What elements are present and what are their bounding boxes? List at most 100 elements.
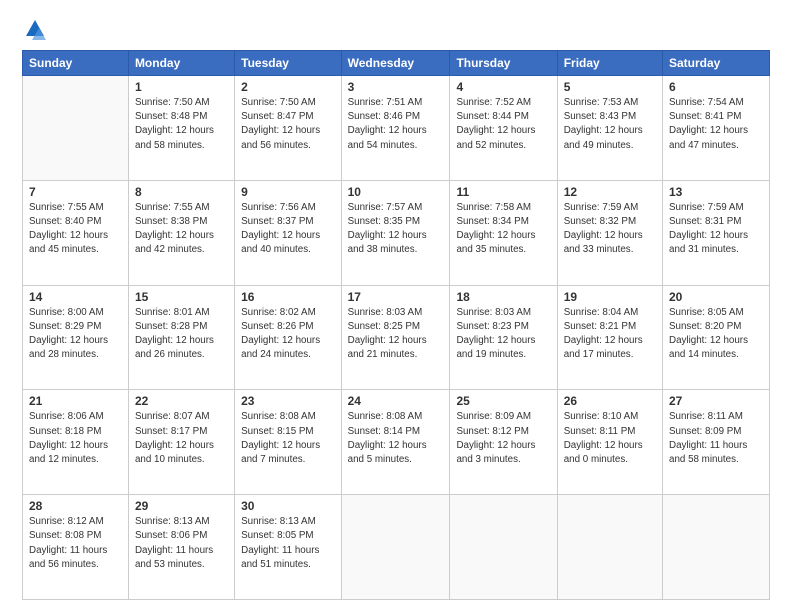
day-number: 14 [29,290,122,304]
week-row-4: 21Sunrise: 8:06 AM Sunset: 8:18 PM Dayli… [23,390,770,495]
day-cell: 4Sunrise: 7:52 AM Sunset: 8:44 PM Daylig… [450,76,557,181]
day-info: Sunrise: 7:55 AM Sunset: 8:40 PM Dayligh… [29,201,122,258]
day-number: 11 [456,185,550,199]
day-cell [557,495,662,600]
day-info: Sunrise: 8:11 AM Sunset: 8:09 PM Dayligh… [669,410,763,467]
header-cell-friday: Friday [557,51,662,76]
day-cell: 28 Sunrise: 8:12 AM Sunset: 8:08 PM Dayli… [23,495,129,600]
day-info: Sunrise: 8:00 AM Sunset: 8:29 PM Dayligh… [29,306,122,363]
day-number: 16 [241,290,335,304]
day-cell: 12Sunrise: 7:59 AM Sunset: 8:32 PM Dayli… [557,180,662,285]
day-cell: 8Sunrise: 7:55 AM Sunset: 8:38 PM Daylig… [128,180,234,285]
header [22,18,770,40]
week-row-1: 1 Sunrise: 7:50 AM Sunset: 8:48 PM Daylig… [23,76,770,181]
day-cell: 20 Sunrise: 8:05 AM Sunset: 8:20 PM Dayli… [663,285,770,390]
day-info: Sunrise: 8:05 AM Sunset: 8:20 PM Dayligh… [669,306,763,363]
day-number: 23 [241,394,335,408]
day-cell: 29 Sunrise: 8:13 AM Sunset: 8:06 PM Dayli… [128,495,234,600]
day-number: 6 [669,80,763,94]
day-number: 7 [29,185,122,199]
day-cell: 9Sunrise: 7:56 AM Sunset: 8:37 PM Daylig… [235,180,342,285]
day-cell: 25 Sunrise: 8:09 AM Sunset: 8:12 PM Dayli… [450,390,557,495]
day-info: Sunrise: 8:10 AM Sunset: 8:11 PM Dayligh… [564,410,656,467]
day-number: 29 [135,499,228,513]
day-cell: 10Sunrise: 7:57 AM Sunset: 8:35 PM Dayli… [341,180,450,285]
week-row-3: 14 Sunrise: 8:00 AM Sunset: 8:29 PM Dayli… [23,285,770,390]
day-info: Sunrise: 7:52 AM Sunset: 8:44 PM Dayligh… [456,96,550,153]
day-cell: 6 Sunrise: 7:54 AM Sunset: 8:41 PM Daylig… [663,76,770,181]
day-number: 25 [456,394,550,408]
day-info: Sunrise: 8:08 AM Sunset: 8:15 PM Dayligh… [241,410,335,467]
day-cell: 1 Sunrise: 7:50 AM Sunset: 8:48 PM Daylig… [128,76,234,181]
day-info: Sunrise: 7:55 AM Sunset: 8:38 PM Dayligh… [135,201,228,258]
day-info: Sunrise: 8:03 AM Sunset: 8:25 PM Dayligh… [348,306,444,363]
day-number: 21 [29,394,122,408]
day-info: Sunrise: 7:58 AM Sunset: 8:34 PM Dayligh… [456,201,550,258]
day-cell: 11 Sunrise: 7:58 AM Sunset: 8:34 PM Dayli… [450,180,557,285]
day-info: Sunrise: 8:13 AM Sunset: 8:05 PM Dayligh… [241,515,335,572]
header-cell-saturday: Saturday [663,51,770,76]
day-cell [341,495,450,600]
calendar-table: SundayMondayTuesdayWednesdayThursdayFrid… [22,50,770,600]
day-cell: 5Sunrise: 7:53 AM Sunset: 8:43 PM Daylig… [557,76,662,181]
day-info: Sunrise: 7:59 AM Sunset: 8:31 PM Dayligh… [669,201,763,258]
day-cell: 13 Sunrise: 7:59 AM Sunset: 8:31 PM Dayli… [663,180,770,285]
day-info: Sunrise: 8:02 AM Sunset: 8:26 PM Dayligh… [241,306,335,363]
header-cell-monday: Monday [128,51,234,76]
day-cell: 16 Sunrise: 8:02 AM Sunset: 8:26 PM Dayli… [235,285,342,390]
day-number: 24 [348,394,444,408]
day-info: Sunrise: 8:01 AM Sunset: 8:28 PM Dayligh… [135,306,228,363]
day-cell [23,76,129,181]
day-number: 27 [669,394,763,408]
day-info: Sunrise: 7:59 AM Sunset: 8:32 PM Dayligh… [564,201,656,258]
day-info: Sunrise: 7:51 AM Sunset: 8:46 PM Dayligh… [348,96,444,153]
header-cell-sunday: Sunday [23,51,129,76]
day-info: Sunrise: 8:12 AM Sunset: 8:08 PM Dayligh… [29,515,122,572]
day-number: 10 [348,185,444,199]
week-row-5: 28 Sunrise: 8:12 AM Sunset: 8:08 PM Dayli… [23,495,770,600]
day-info: Sunrise: 7:56 AM Sunset: 8:37 PM Dayligh… [241,201,335,258]
day-cell: 19 Sunrise: 8:04 AM Sunset: 8:21 PM Dayli… [557,285,662,390]
day-cell: 24 Sunrise: 8:08 AM Sunset: 8:14 PM Dayli… [341,390,450,495]
day-info: Sunrise: 8:08 AM Sunset: 8:14 PM Dayligh… [348,410,444,467]
day-number: 13 [669,185,763,199]
day-number: 19 [564,290,656,304]
header-cell-tuesday: Tuesday [235,51,342,76]
day-number: 28 [29,499,122,513]
day-cell: 2Sunrise: 7:50 AM Sunset: 8:47 PM Daylig… [235,76,342,181]
day-cell: 15 Sunrise: 8:01 AM Sunset: 8:28 PM Dayli… [128,285,234,390]
day-info: Sunrise: 7:54 AM Sunset: 8:41 PM Dayligh… [669,96,763,153]
day-info: Sunrise: 7:50 AM Sunset: 8:47 PM Dayligh… [241,96,335,153]
day-cell [663,495,770,600]
day-cell: 17 Sunrise: 8:03 AM Sunset: 8:25 PM Dayli… [341,285,450,390]
day-cell: 22Sunrise: 8:07 AM Sunset: 8:17 PM Dayli… [128,390,234,495]
day-info: Sunrise: 8:09 AM Sunset: 8:12 PM Dayligh… [456,410,550,467]
day-number: 20 [669,290,763,304]
day-info: Sunrise: 8:03 AM Sunset: 8:23 PM Dayligh… [456,306,550,363]
header-cell-thursday: Thursday [450,51,557,76]
day-number: 15 [135,290,228,304]
week-row-2: 7 Sunrise: 7:55 AM Sunset: 8:40 PM Daylig… [23,180,770,285]
day-cell: 26Sunrise: 8:10 AM Sunset: 8:11 PM Dayli… [557,390,662,495]
day-number: 17 [348,290,444,304]
day-info: Sunrise: 8:13 AM Sunset: 8:06 PM Dayligh… [135,515,228,572]
day-cell: 30 Sunrise: 8:13 AM Sunset: 8:05 PM Dayli… [235,495,342,600]
logo [22,18,46,40]
day-cell: 14 Sunrise: 8:00 AM Sunset: 8:29 PM Dayli… [23,285,129,390]
day-cell: 3Sunrise: 7:51 AM Sunset: 8:46 PM Daylig… [341,76,450,181]
day-info: Sunrise: 7:50 AM Sunset: 8:48 PM Dayligh… [135,96,228,153]
day-cell: 18 Sunrise: 8:03 AM Sunset: 8:23 PM Dayli… [450,285,557,390]
header-row: SundayMondayTuesdayWednesdayThursdayFrid… [23,51,770,76]
day-number: 30 [241,499,335,513]
day-number: 18 [456,290,550,304]
day-cell: 27 Sunrise: 8:11 AM Sunset: 8:09 PM Dayli… [663,390,770,495]
day-number: 22 [135,394,228,408]
header-cell-wednesday: Wednesday [341,51,450,76]
day-cell: 23 Sunrise: 8:08 AM Sunset: 8:15 PM Dayli… [235,390,342,495]
day-info: Sunrise: 8:04 AM Sunset: 8:21 PM Dayligh… [564,306,656,363]
logo-icon [24,18,46,40]
day-number: 1 [135,80,228,94]
page: SundayMondayTuesdayWednesdayThursdayFrid… [0,0,792,612]
day-cell: 21Sunrise: 8:06 AM Sunset: 8:18 PM Dayli… [23,390,129,495]
day-cell [450,495,557,600]
